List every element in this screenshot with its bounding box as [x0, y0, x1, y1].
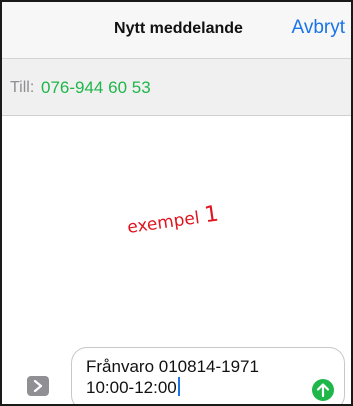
recipient-label: Till:: [10, 79, 35, 96]
caption-number: 1: [202, 201, 221, 229]
nav-bar: Nytt meddelande Avbryt: [2, 2, 351, 58]
recipient-field[interactable]: Till: 076-944 60 53: [2, 58, 351, 116]
arrow-up-icon: [316, 383, 330, 398]
message-text[interactable]: Frånvaro 010814-1971 10:00-12:00: [86, 357, 259, 398]
chevron-right-icon: [33, 380, 43, 392]
message-line-1: Frånvaro 010814-1971: [86, 357, 259, 376]
message-line-2-wrap: 10:00-12:00: [86, 377, 259, 398]
expand-apps-button[interactable]: [27, 376, 49, 396]
example-caption: exempel 1: [126, 201, 221, 239]
text-caret: [177, 377, 180, 396]
message-line-2: 10:00-12:00: [86, 378, 177, 397]
caption-text: exempel: [126, 208, 201, 239]
cancel-button[interactable]: Avbryt: [291, 17, 345, 39]
message-screen: Nytt meddelande Avbryt Till: 076-944 60 …: [0, 0, 353, 406]
recipient-number[interactable]: 076-944 60 53: [41, 78, 151, 98]
send-button[interactable]: [312, 379, 334, 401]
message-input[interactable]: Frånvaro 010814-1971 10:00-12:00: [71, 347, 345, 404]
